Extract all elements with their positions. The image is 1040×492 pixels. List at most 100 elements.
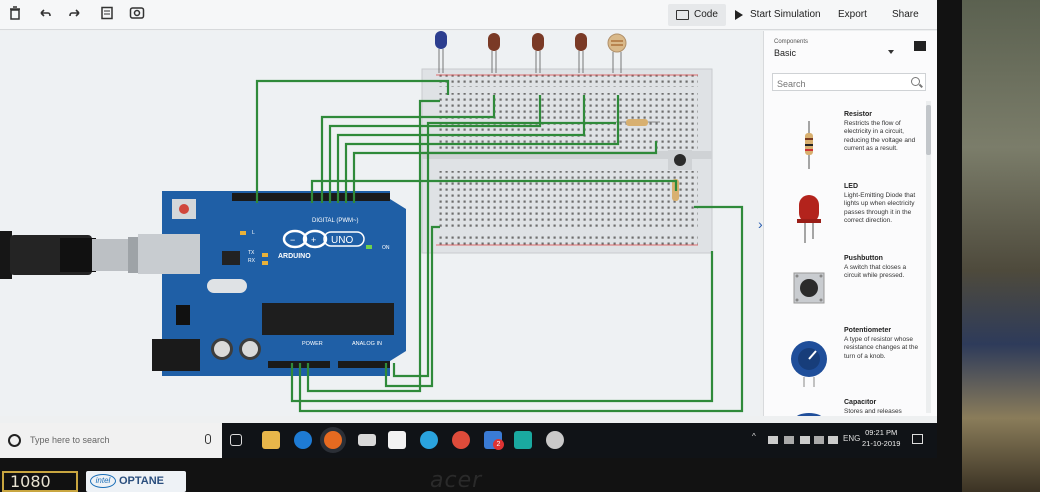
component-description: A type of resistor whose resistance chan… <box>844 336 919 360</box>
laptop-brand-logo: acer <box>430 468 483 492</box>
led-blue[interactable] <box>435 31 447 73</box>
snipping-icon[interactable] <box>546 431 564 449</box>
component-search-input[interactable] <box>773 76 905 92</box>
power-jack <box>152 339 200 371</box>
analog-label: ANALOG IN <box>352 341 382 347</box>
intel-logo: intel <box>90 474 116 488</box>
component-potentiometer[interactable]: Potentiometer A type of resistor whose r… <box>774 327 924 397</box>
panel-scrollbar[interactable] <box>926 101 931 413</box>
app-icon[interactable]: 2 <box>484 431 504 450</box>
file-explorer-icon[interactable] <box>262 431 280 449</box>
component-name: Resistor <box>844 111 873 118</box>
led-red-1[interactable] <box>488 33 500 73</box>
components-panel: Components Basic › Resistor Restricts th… <box>758 31 937 416</box>
on-label: ON <box>382 245 390 251</box>
rx-label: RX <box>248 258 256 264</box>
tx-label: TX <box>248 250 255 256</box>
play-icon <box>735 10 743 20</box>
component-description: Stores and releases <box>844 408 902 415</box>
trash-icon[interactable] <box>6 6 24 24</box>
led-red-2[interactable] <box>532 33 544 73</box>
led-icon <box>797 195 821 243</box>
list-view-icon[interactable] <box>914 41 926 51</box>
component-name: Pushbutton <box>844 255 883 262</box>
notification-badge: 2 <box>493 439 504 450</box>
background-fabric <box>955 0 1040 492</box>
l-label: L <box>252 230 255 236</box>
store-icon[interactable] <box>388 431 406 449</box>
resolution-text: 1080 <box>10 472 51 491</box>
clock-date: 21-10-2019 <box>862 439 901 448</box>
component-resistor[interactable]: Resistor Restricts the flow of electrici… <box>774 111 924 181</box>
potentiometer-icon <box>791 341 827 387</box>
telegram-icon[interactable] <box>420 431 438 449</box>
visibility-icon[interactable] <box>128 6 146 24</box>
search-icon <box>911 77 920 86</box>
edge-icon[interactable] <box>294 431 312 449</box>
collapse-panel-icon[interactable]: › <box>758 216 763 232</box>
component-description: Light-Emitting Diode that lights up when… <box>844 192 916 224</box>
intel-optane-sticker: intel OPTANE <box>86 471 186 492</box>
windows-taskbar: Type here to search 2 ^ ENG 09:21 PM 21-… <box>0 423 937 458</box>
taskbar-clock[interactable]: 09:21 PM 21-10-2019 <box>862 427 900 449</box>
photo: Code Start Simulation Export Share − + U… <box>0 0 1040 492</box>
chrome-icon[interactable] <box>452 431 470 449</box>
action-center-icon[interactable] <box>912 434 923 444</box>
analog-header <box>338 361 390 368</box>
language-indicator[interactable]: ENG <box>843 434 860 443</box>
svg-text:−: − <box>290 235 295 245</box>
component-capacitor[interactable]: Capacitor Stores and releases <box>774 399 924 416</box>
components-dropdown[interactable]: Components Basic <box>770 37 898 63</box>
components-label: Components <box>774 39 809 45</box>
photoresistor[interactable] <box>607 33 627 73</box>
task-view-icon[interactable] <box>230 434 242 446</box>
component-pushbutton[interactable]: Pushbutton A switch that closes a circui… <box>774 255 924 325</box>
component-name: Potentiometer <box>844 327 892 334</box>
digital-label: DIGITAL (PWM~) <box>312 218 359 224</box>
clock-time: 09:21 PM <box>865 428 898 437</box>
cortana-icon <box>8 434 21 447</box>
mail-icon[interactable] <box>358 434 376 446</box>
svg-text:+: + <box>311 235 316 245</box>
notes-icon[interactable] <box>98 6 116 24</box>
capacitor-icon <box>796 413 822 416</box>
component-description: Restricts the flow of electricity in a c… <box>844 120 916 152</box>
component-description: A switch that closes a circuit while pre… <box>844 264 907 280</box>
circuit-drawing: − + UNO ARDUINO DIGITAL (PWM~) POWER ANA… <box>0 31 744 413</box>
volume-icon[interactable] <box>828 436 838 444</box>
usb-jack <box>138 234 200 274</box>
pushbutton-icon <box>793 272 825 304</box>
arduino-board[interactable]: − + UNO ARDUINO DIGITAL (PWM~) POWER ANA… <box>138 191 406 376</box>
export-button[interactable]: Export <box>830 4 875 26</box>
optane-text: OPTANE <box>119 475 165 487</box>
undo-icon[interactable] <box>36 6 54 24</box>
code-label: Code <box>694 9 718 20</box>
resolution-sticker: 1080 <box>2 471 78 492</box>
wifi-icon[interactable] <box>800 436 810 444</box>
uno-label: UNO <box>331 235 353 246</box>
editor-toolbar: Code Start Simulation Export Share <box>0 0 937 30</box>
component-led[interactable]: LED Light-Emitting Diode that lights up … <box>774 183 924 253</box>
battery-icon[interactable] <box>814 436 824 444</box>
microphone-icon[interactable] <box>205 434 211 444</box>
start-simulation-button[interactable]: Start Simulation <box>726 4 829 26</box>
photos-icon[interactable] <box>514 431 532 449</box>
tray-icon[interactable] <box>784 436 794 444</box>
redo-icon[interactable] <box>66 6 84 24</box>
circuit-canvas[interactable]: − + UNO ARDUINO DIGITAL (PWM~) POWER ANA… <box>0 31 760 416</box>
tray-icon[interactable] <box>768 436 778 444</box>
arduino-label: ARDUINO <box>278 253 311 260</box>
crystal <box>207 279 247 293</box>
code-button[interactable]: Code <box>668 4 726 26</box>
led-red-3[interactable] <box>575 33 587 73</box>
share-button[interactable]: Share <box>884 4 927 26</box>
component-search[interactable] <box>772 73 926 92</box>
usb-cable <box>0 231 138 279</box>
taskbar-search[interactable]: Type here to search <box>0 423 222 458</box>
firefox-icon[interactable] <box>324 431 342 449</box>
screen: Code Start Simulation Export Share − + U… <box>0 0 937 458</box>
resistor-horizontal[interactable] <box>626 119 648 126</box>
component-name: LED <box>844 183 858 190</box>
taskbar-search-placeholder: Type here to search <box>30 435 110 445</box>
chevron-up-icon[interactable]: ^ <box>752 432 756 441</box>
